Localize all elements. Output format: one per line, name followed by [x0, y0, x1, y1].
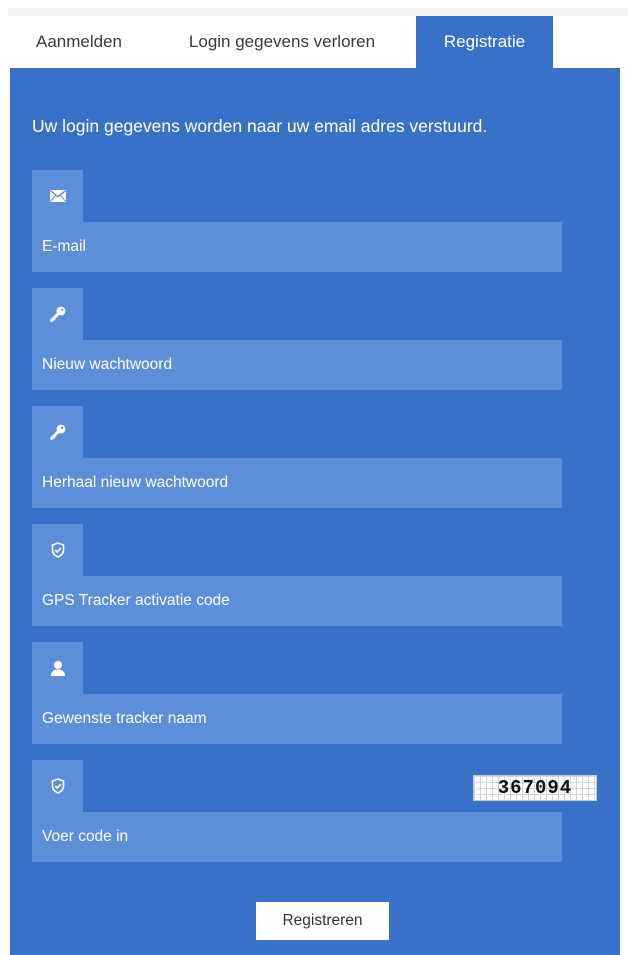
top-strip	[8, 8, 628, 16]
captcha-image: 367094	[473, 775, 597, 801]
repeat-password-field-group	[32, 406, 562, 508]
captcha-code-input[interactable]	[32, 812, 562, 862]
new-password-field-group	[32, 288, 562, 390]
tracker-name-field-group	[32, 642, 562, 744]
tracker-name-input-bar	[32, 694, 562, 744]
email-field-group	[32, 170, 562, 272]
email-input-bar	[32, 222, 562, 272]
activation-code-input-bar	[32, 576, 562, 626]
envelope-icon	[49, 190, 66, 202]
tab-login-gegevens-verloren[interactable]: Login gegevens verloren	[148, 16, 416, 68]
registration-panel: Uw login gegevens worden naar uw email a…	[10, 68, 620, 955]
email-icon-box	[32, 170, 83, 222]
activation-code-input[interactable]	[32, 576, 562, 626]
tracker-name-icon-box	[32, 642, 83, 694]
key-icon	[49, 424, 66, 440]
register-button[interactable]: Registreren	[256, 902, 389, 940]
activation-code-field-group	[32, 524, 562, 626]
repeat-password-input-bar	[32, 458, 562, 508]
tracker-name-input[interactable]	[32, 694, 562, 744]
repeat-password-input[interactable]	[32, 458, 562, 508]
repeat-password-icon-box	[32, 406, 83, 458]
new-password-input[interactable]	[32, 340, 562, 390]
key-icon	[49, 306, 66, 322]
shield-check-icon	[51, 542, 65, 558]
captcha-input-bar	[32, 812, 562, 862]
activation-code-icon-box	[32, 524, 83, 576]
captcha-icon-box	[32, 760, 83, 812]
user-icon	[50, 660, 66, 676]
new-password-icon-box	[32, 288, 83, 340]
tab-aanmelden[interactable]: Aanmelden	[10, 16, 148, 68]
tab-bar: Aanmelden Login gegevens verloren Regist…	[10, 16, 620, 68]
new-password-input-bar	[32, 340, 562, 390]
email-input[interactable]	[32, 222, 562, 272]
shield-check-icon	[51, 778, 65, 794]
tab-registratie[interactable]: Registratie	[416, 16, 553, 68]
intro-text: Uw login gegevens worden naar uw email a…	[32, 116, 488, 136]
